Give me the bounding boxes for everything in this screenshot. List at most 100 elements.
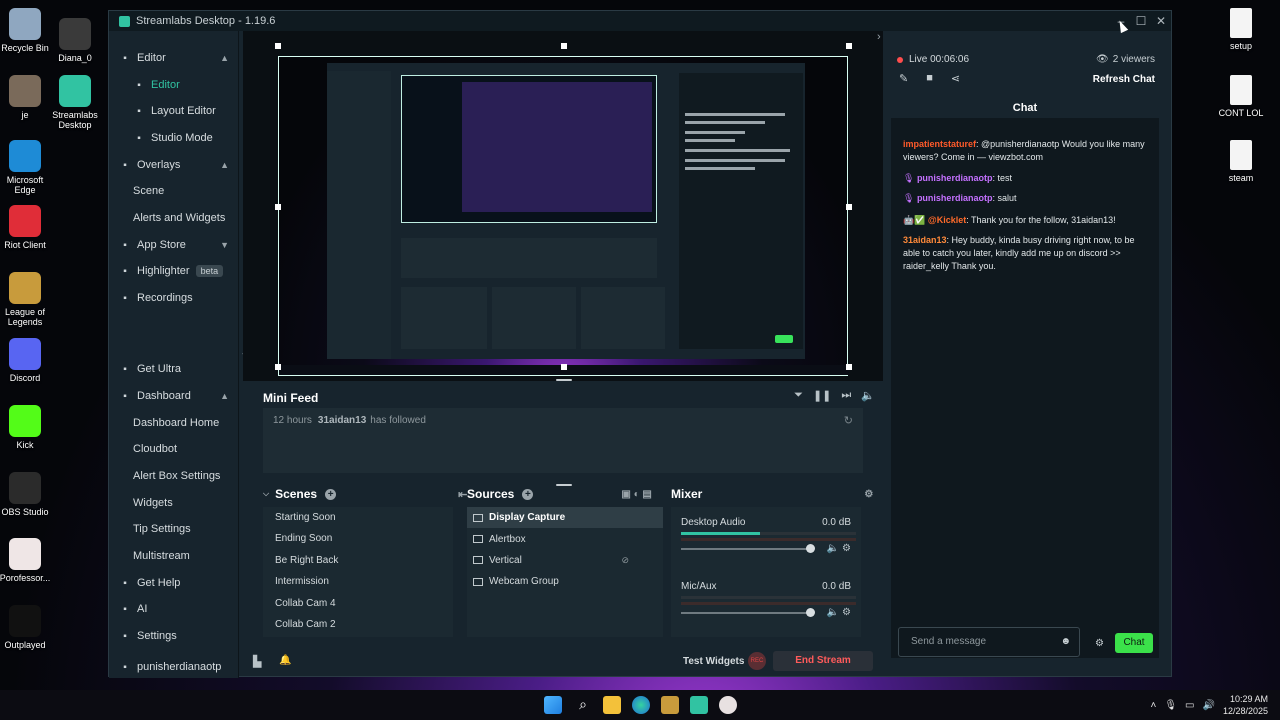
pencil-icon[interactable]: ✎ <box>899 72 908 85</box>
record-button[interactable]: REC <box>748 652 766 670</box>
title-bar[interactable]: Streamlabs Desktop - 1.19.6 – ☐ ✕ <box>109 11 1171 31</box>
close-button[interactable]: ✕ <box>1151 14 1171 28</box>
add-source-icon[interactable]: + <box>522 488 534 500</box>
desktop-icon[interactable]: Porofessor... <box>0 538 55 583</box>
sidebar-item-editor[interactable]: ▪ Editor ▲ <box>109 48 239 68</box>
display-capture-preview[interactable] <box>278 56 849 376</box>
sidebar-item-layout-editor[interactable]: ▪ Layout Editor <box>109 101 239 121</box>
sidebar-item-alerts-and-widgets[interactable]: Alerts and Widgets <box>109 208 239 228</box>
chat-username[interactable]: punisherdianaotp <box>917 193 993 203</box>
chat-settings-gear-icon[interactable]: ⚙ <box>1095 638 1104 649</box>
desktop-icon[interactable]: Kick <box>0 405 55 450</box>
add-scene-icon[interactable]: + <box>325 488 337 500</box>
chat-send-button[interactable]: Chat <box>1115 633 1153 653</box>
desktop-icon[interactable]: Streamlabs Desktop <box>45 75 105 130</box>
emoji-icon[interactable]: ☻ <box>1060 628 1071 656</box>
sidebar-item-get-ultra[interactable]: ▪ Get Ultra <box>109 359 239 379</box>
source-item[interactable]: Vertical ⊘ <box>467 550 663 571</box>
sidebar-item-editor[interactable]: ▪ Editor <box>109 75 239 95</box>
chevron-up-icon[interactable]: ▲ <box>220 53 229 63</box>
source-item[interactable]: Display Capture <box>467 507 663 529</box>
pause-icon[interactable]: ❚❚ <box>813 389 831 402</box>
sidebar-item-overlays[interactable]: ▪ Overlays ▲ <box>109 155 239 175</box>
sidebar-item-cloudbot[interactable]: Cloudbot <box>109 439 239 459</box>
refresh-chat-button[interactable]: Refresh Chat <box>1093 74 1155 85</box>
notification-bell-icon[interactable]: 🔔 <box>279 655 291 666</box>
chat-username[interactable]: impatientstaturef <box>903 139 976 149</box>
source-item[interactable]: Webcam Group <box>467 571 663 592</box>
volume-icon[interactable]: 🔈 <box>827 607 842 618</box>
microphone-icon[interactable]: 🎙 <box>1164 700 1177 711</box>
sidebar-item-dashboard[interactable]: ▪ Dashboard ▲ <box>109 386 239 406</box>
video-icon[interactable]: ■ <box>926 72 933 85</box>
volume-icon[interactable]: 🔊 <box>1203 700 1215 711</box>
sidebar-item-scene[interactable]: Scene <box>109 181 239 201</box>
sidebar-item-get-help[interactable]: ▪ Get Help <box>109 573 239 593</box>
scene-item[interactable]: Intermission <box>263 571 453 592</box>
sidebar-item-tip-settings[interactable]: Tip Settings <box>109 519 239 539</box>
sidebar-item-dashboard-home[interactable]: Dashboard Home <box>109 413 239 433</box>
desktop-icon[interactable]: Microsoft Edge <box>0 140 55 195</box>
scene-transition-icon[interactable]: ⇤ <box>458 488 467 501</box>
feed-user[interactable]: 31aidan13 <box>318 415 366 426</box>
file-explorer-icon[interactable] <box>603 696 621 714</box>
desktop-icon[interactable]: Riot Client <box>0 205 55 250</box>
sidebar-item-settings[interactable]: ▪ Settings <box>109 626 239 646</box>
desktop-icon[interactable]: Diana_0 <box>45 18 105 63</box>
source-tools-icon[interactable]: ▣ ◐ ▤ <box>621 489 652 500</box>
scene-item[interactable]: Be Right Back <box>263 550 453 571</box>
desktop-icon[interactable]: Outplayed <box>0 605 55 650</box>
volume-slider-knob[interactable] <box>806 608 815 617</box>
sidebar-item-punisherdianaotp[interactable]: ▪ punisherdianaotp <box>109 657 239 677</box>
edge-icon[interactable] <box>632 696 650 714</box>
scene-item[interactable]: Starting Soon <box>263 507 453 528</box>
chevron-down-icon[interactable]: ⌵ <box>263 489 269 499</box>
league-icon[interactable] <box>661 696 679 714</box>
volume-slider[interactable] <box>681 608 815 617</box>
maximize-button[interactable]: ☐ <box>1131 14 1151 28</box>
desktop-icon[interactable]: CONT LOL <box>1211 75 1271 118</box>
repeat-icon[interactable]: ↻ <box>844 414 853 427</box>
sidebar-item-app-store[interactable]: ▪ App Store ▼ <box>109 235 239 255</box>
performance-icon[interactable]: ▙ <box>253 655 261 668</box>
desktop-icon[interactable]: League of Legends <box>0 272 55 327</box>
network-icon[interactable]: ▭ <box>1185 700 1194 711</box>
mute-icon[interactable]: 🔈 <box>861 389 875 402</box>
mixer-settings-gear-icon[interactable]: ⚙ <box>864 489 873 500</box>
scene-item[interactable]: Collab Cam 2 <box>263 614 453 635</box>
chat-message-input[interactable]: Send a message ☻ <box>898 627 1080 657</box>
chevron-up-icon[interactable]: ▲ <box>220 160 229 170</box>
test-widgets-button[interactable]: Test Widgets <box>683 656 744 667</box>
sidebar-item-ai[interactable]: ▪ AI <box>109 599 239 619</box>
volume-slider-knob[interactable] <box>806 544 815 553</box>
windows-start-icon[interactable] <box>544 696 562 714</box>
chevron-up-icon[interactable]: ˄ <box>1151 700 1157 711</box>
sidebar-item-alert-box-settings[interactable]: Alert Box Settings <box>109 466 239 486</box>
eye-slash-icon[interactable]: ⊘ <box>621 555 629 566</box>
preview-scroll-icon[interactable]: › <box>877 31 881 43</box>
sidebar-item-studio-mode[interactable]: ▪ Studio Mode <box>109 128 239 148</box>
volume-icon[interactable]: 🔈 <box>827 543 842 554</box>
sidebar-item-widgets[interactable]: Widgets <box>109 493 239 513</box>
skip-icon[interactable]: ⏭ <box>841 389 851 402</box>
source-item[interactable]: Alertbox <box>467 528 663 549</box>
chevron-down-icon[interactable]: ▼ <box>220 240 229 250</box>
desktop-icon[interactable]: Discord <box>0 338 55 383</box>
desktop-icon[interactable]: setup <box>1211 8 1271 51</box>
chat-username[interactable]: 31aidan13 <box>903 235 947 245</box>
search-icon[interactable]: ⌕ <box>574 696 592 714</box>
sidebar-item-highlighter[interactable]: ▪ Highlighter beta <box>109 261 239 281</box>
streamlabs-taskbar-icon[interactable] <box>690 696 708 714</box>
desktop-icon[interactable]: OBS Studio <box>0 472 55 517</box>
panel-resize-handle[interactable] <box>556 484 572 486</box>
desktop-icon[interactable]: steam <box>1211 140 1271 183</box>
clock[interactable]: 10:29 AM 12/28/2025 <box>1223 693 1268 717</box>
sidebar-item-recordings[interactable]: ▪ Recordings <box>109 288 239 308</box>
gear-icon[interactable]: ⚙ <box>842 607 851 618</box>
chevron-up-icon[interactable]: ▲ <box>220 391 229 401</box>
porofessor-icon[interactable] <box>719 696 737 714</box>
scene-item[interactable]: Ending Soon <box>263 528 453 549</box>
gear-icon[interactable]: ⚙ <box>842 543 851 554</box>
scene-item[interactable]: Collab Cam 4 <box>263 593 453 614</box>
end-stream-button[interactable]: End Stream <box>773 651 873 671</box>
